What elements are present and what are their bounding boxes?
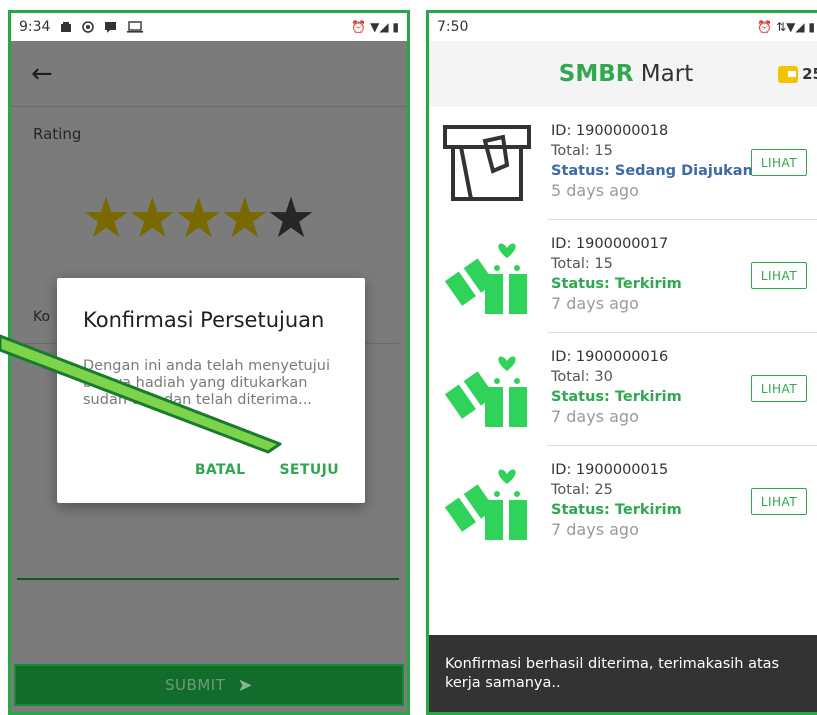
star-icon[interactable]: ★: [173, 191, 223, 247]
right-phone-screen: 7:50 ⏰ ⇅▼◢ ▮ SMBR Mart 25 ID: 1900000018…: [426, 10, 817, 715]
order-total: Total: 15: [551, 256, 613, 272]
gift-icon: [444, 243, 527, 314]
list-item[interactable]: ID: 1900000015 Total: 25 Status: Terkiri…: [429, 446, 817, 559]
app-bar: ←: [11, 41, 407, 107]
list-item[interactable]: ID: 1900000016 Total: 30 Status: Terkiri…: [429, 333, 817, 446]
points-value: 25: [802, 65, 817, 83]
order-info: ID: 1900000018 Total: 15 Status: Sedang …: [551, 121, 753, 201]
notification-icon: [61, 22, 72, 32]
snackbar-message: Konfirmasi berhasil diterima, terimakasi…: [429, 635, 817, 712]
submit-label: SUBMIT: [165, 676, 226, 694]
order-total: Total: 25: [551, 482, 613, 498]
status-badge: Status: Sedang Diajukan: [551, 163, 753, 179]
status-badge: Status: Terkirim: [551, 502, 682, 518]
order-id: ID: 1900000017: [551, 236, 669, 252]
order-time: 7 days ago: [551, 407, 639, 426]
status-bar: 7:50 ⏰ ⇅▼◢ ▮: [429, 13, 817, 41]
app-title-brand: SMBR: [558, 61, 634, 87]
order-list: ID: 1900000018 Total: 15 Status: Sedang …: [429, 107, 817, 559]
comment-text[interactable]: T: [41, 357, 50, 373]
order-info: ID: 1900000017 Total: 15 Status: Terkiri…: [551, 234, 682, 314]
order-id: ID: 1900000016: [551, 349, 669, 365]
gift-icon: [444, 469, 527, 540]
confirmation-dialog: Konfirmasi Persetujuan Dengan ini anda t…: [57, 278, 365, 503]
list-item[interactable]: ID: 1900000018 Total: 15 Status: Sedang …: [429, 107, 817, 220]
order-time: 7 days ago: [551, 294, 639, 313]
status-time: 9:34: [19, 19, 51, 35]
status-icons: ⏰ ▼◢ ▮: [351, 20, 399, 34]
comment-label: Ko: [33, 309, 51, 325]
order-id: ID: 1900000015: [551, 462, 669, 478]
status-badge: Status: Terkirim: [551, 276, 682, 292]
submit-button[interactable]: SUBMIT ➤: [14, 664, 404, 706]
rating-label: Rating: [33, 125, 82, 143]
view-button[interactable]: LIHAT: [751, 262, 807, 289]
shield-icon: [82, 21, 95, 33]
message-icon: [105, 22, 117, 33]
order-id: ID: 1900000018: [551, 123, 669, 139]
dialog-message: Dengan ini anda telah menyetujui bahwa h…: [83, 358, 330, 408]
star-rating[interactable]: ★★★★★: [81, 191, 316, 247]
status-icons: ⏰ ⇅▼◢ ▮: [757, 20, 815, 34]
star-icon[interactable]: ★: [81, 191, 131, 247]
wallet-icon: [778, 65, 799, 83]
status-badge: Status: Terkirim: [551, 389, 682, 405]
order-time: 7 days ago: [551, 520, 639, 539]
app-title: SMBR Mart: [559, 61, 693, 87]
gift-icon: [444, 356, 527, 427]
confirm-button[interactable]: SETUJU: [279, 462, 339, 478]
status-bar: 9:34 ⏰ ▼◢ ▮: [11, 13, 407, 41]
points-balance[interactable]: 25: [778, 65, 817, 83]
app-title-rest: Mart: [633, 61, 694, 87]
comment-input-underline: [17, 578, 399, 580]
laptop-icon: [127, 21, 144, 33]
view-button[interactable]: LIHAT: [751, 149, 807, 176]
app-bar: SMBR Mart 25: [429, 41, 817, 107]
view-button[interactable]: LIHAT: [751, 488, 807, 515]
order-total: Total: 15: [551, 143, 613, 159]
dialog-actions: BATAL SETUJU: [195, 462, 339, 478]
star-icon[interactable]: ★: [266, 191, 316, 247]
star-icon[interactable]: ★: [127, 191, 177, 247]
back-arrow-icon[interactable]: ←: [31, 61, 53, 87]
dialog-title: Konfirmasi Persetujuan: [83, 308, 325, 332]
view-button[interactable]: LIHAT: [751, 375, 807, 402]
order-time: 5 days ago: [551, 181, 639, 200]
order-total: Total: 30: [551, 369, 613, 385]
send-arrow-icon: ➤: [237, 674, 253, 696]
cancel-button[interactable]: BATAL: [195, 462, 246, 478]
status-time: 7:50: [437, 19, 469, 35]
star-icon[interactable]: ★: [220, 191, 270, 247]
order-info: ID: 1900000016 Total: 30 Status: Terkiri…: [551, 347, 682, 427]
order-info: ID: 1900000015 Total: 25 Status: Terkiri…: [551, 460, 682, 540]
list-item[interactable]: ID: 1900000017 Total: 15 Status: Terkiri…: [429, 220, 817, 333]
left-phone-screen: 9:34 ⏰ ▼◢ ▮ ← Rating ★★★★★ Ko T SUBMIT ➤…: [8, 10, 410, 715]
box-icon: [443, 125, 531, 201]
